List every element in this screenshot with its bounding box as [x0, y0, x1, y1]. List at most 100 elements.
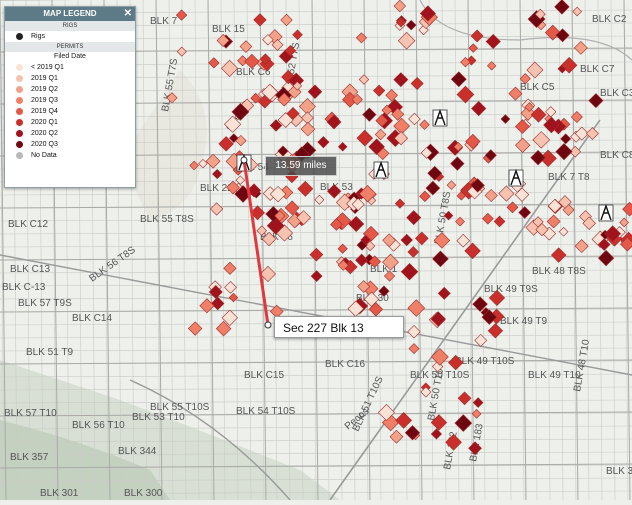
permit-marker: [210, 296, 225, 311]
permit-marker: [205, 153, 221, 169]
permit-marker: [482, 212, 494, 225]
permit-marker: [374, 128, 387, 141]
block-label: BLK C16: [325, 359, 365, 370]
grid-line: [428, 0, 434, 501]
permit-marker: [348, 215, 365, 233]
permit-marker: [454, 414, 473, 432]
permit-marker: [554, 0, 570, 15]
permit-marker: [474, 333, 488, 347]
permit-marker: [457, 391, 472, 406]
legend-item: 2019 Q1: [5, 73, 135, 84]
block-label: BLK C15: [244, 370, 284, 381]
legend-item: 2020 Q2: [5, 128, 135, 139]
permit-marker: [310, 270, 323, 282]
permit-marker: [468, 43, 478, 53]
block-label: BLK 15: [212, 24, 245, 35]
permit-marker: [373, 84, 386, 97]
distance-tooltip: 13.59 miles: [265, 156, 337, 176]
grid-line: [298, 0, 304, 501]
permit-marker: [292, 29, 303, 41]
highway: [419, 0, 632, 61]
permit-marker: [450, 71, 467, 88]
block-label: BLK C14: [72, 313, 112, 324]
grid-line: [324, 0, 330, 501]
rig-icon: [432, 108, 448, 127]
block-label: BLK 51 T9: [26, 347, 74, 358]
block-label: BLK 48 T8S: [532, 266, 586, 277]
permit-marker: [394, 198, 406, 209]
legend-item-label: 2019 Q4: [31, 108, 58, 115]
rig-icon: [373, 160, 389, 179]
close-icon[interactable]: ✕: [124, 7, 132, 21]
rig-dot-icon: [16, 33, 23, 40]
rigs-section-header: RIGS: [5, 21, 135, 31]
legend-rigs-label: Rigs: [31, 33, 46, 40]
legend-item-label: 2019 Q3: [31, 97, 58, 104]
permit-marker: [280, 13, 293, 27]
legend-items: < 2019 Q1 2019 Q1 2019 Q2 2019 Q3 2019 Q4 202…: [5, 62, 135, 161]
permit-marker: [223, 261, 237, 275]
block-label: BLK 57 T9S: [18, 298, 72, 309]
permit-marker: [297, 180, 314, 197]
permit-marker: [546, 214, 561, 229]
permit-marker: [431, 348, 449, 366]
permit-marker: [498, 185, 515, 202]
legend-item-label: 2020 Q3: [31, 141, 58, 148]
permit-marker: [224, 280, 237, 294]
rig-icon: [508, 168, 524, 187]
map-legend: MAP LEGEND ✕ RIGS Rigs PERMITS Filed Dat…: [4, 6, 136, 188]
legend-swatch-icon: [16, 130, 23, 137]
legend-swatch-icon: [16, 75, 23, 82]
block-label: BLK 344: [118, 446, 157, 457]
permit-marker: [253, 13, 267, 27]
permit-marker: [550, 247, 567, 263]
legend-swatch-icon: [16, 108, 23, 115]
permit-marker: [530, 106, 547, 123]
block-label: BLK 49 T9: [500, 316, 548, 327]
permit-marker: [317, 136, 330, 149]
legend-swatch-icon: [16, 141, 23, 148]
permit-marker: [414, 231, 429, 246]
block-label: BLK 300: [124, 488, 163, 499]
permit-marker: [208, 57, 220, 69]
block-label: BLK 49 T10S: [455, 356, 515, 367]
permit-marker: [408, 343, 420, 355]
permit-marker: [393, 0, 407, 13]
permit-marker: [410, 77, 424, 90]
permit-marker: [419, 190, 431, 203]
block-label: BLK 56 T10: [72, 420, 125, 431]
legend-item-label: 2020 Q1: [31, 119, 58, 126]
grid-line: [0, 191, 632, 196]
block-label: BLK C2: [592, 14, 627, 25]
permit-marker: [464, 242, 481, 260]
block-label: BLK 3: [606, 466, 632, 477]
rig-icon: [598, 203, 614, 222]
permit-marker: [437, 286, 451, 300]
permit-marker: [456, 233, 470, 248]
permit-marker: [555, 143, 573, 161]
block-label: BLK 183: [468, 422, 486, 462]
permit-marker: [574, 239, 589, 254]
permits-section-header: PERMITS: [5, 42, 135, 52]
block-label: BLK C8: [600, 150, 632, 161]
legend-item-label: No Data: [31, 152, 57, 159]
legend-item: 2019 Q2: [5, 84, 135, 95]
legend-item: 2020 Q3: [5, 139, 135, 150]
permit-marker: [558, 227, 569, 237]
permit-marker: [471, 100, 487, 117]
permit-marker: [385, 89, 398, 102]
measure-end: [264, 321, 272, 329]
legend-swatch-icon: [16, 86, 23, 93]
legend-header: MAP LEGEND ✕: [5, 7, 135, 21]
permit-marker: [355, 32, 367, 44]
permit-marker: [471, 409, 482, 419]
permit-marker: [430, 428, 442, 440]
legend-item: 2019 Q3: [5, 95, 135, 106]
block-label: BLK C7: [580, 64, 615, 75]
block-label: BLK 357: [10, 452, 49, 463]
legend-item-label: 2019 Q2: [31, 86, 58, 93]
section-tooltip: Sec 227 Blk 13: [274, 316, 404, 338]
permit-marker: [597, 249, 615, 267]
permit-marker: [395, 412, 413, 429]
legend-swatch-icon: [16, 119, 23, 126]
